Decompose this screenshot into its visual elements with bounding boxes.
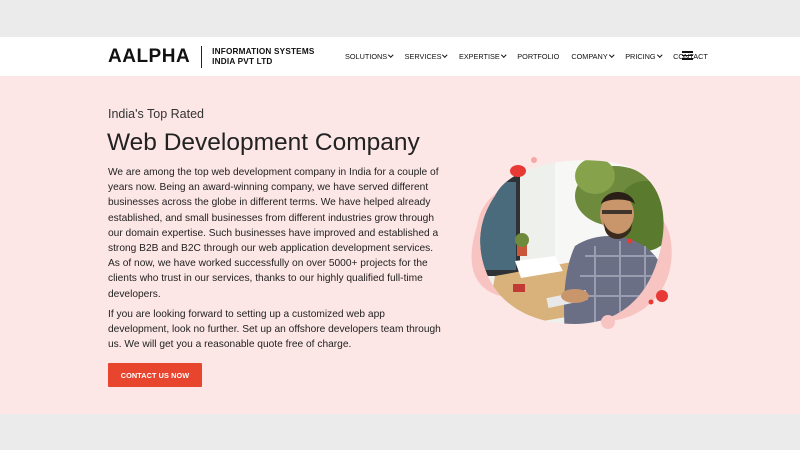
hero-eyebrow: India's Top Rated <box>108 107 204 121</box>
nav-portfolio-label: PORTFOLIO <box>517 51 560 61</box>
bottom-margin <box>0 414 800 450</box>
decorative-dot <box>531 157 537 163</box>
top-margin <box>0 0 800 37</box>
logo-wordmark: AALPHA <box>108 46 191 67</box>
logo-subtitle-line1: INFORMATION SYSTEMS <box>212 47 315 56</box>
main-nav: SOLUTIONS SERVICES EXPERTISE PORTFOLIO C… <box>345 50 720 62</box>
hero-paragraph-2: If you are looking forward to setting up… <box>108 309 441 351</box>
nav-services-label: SERVICES <box>404 51 442 61</box>
chevron-down-icon <box>656 52 662 58</box>
hamburger-line <box>682 54 693 57</box>
chevron-down-icon <box>501 52 507 58</box>
nav-solutions[interactable]: SOLUTIONS <box>345 51 394 61</box>
chevron-down-icon <box>608 52 614 58</box>
decorative-dot <box>627 238 633 244</box>
logo-subtitle: INFORMATION SYSTEMS INDIA PVT LTD <box>212 47 314 67</box>
nav-expertise[interactable]: EXPERTISE <box>458 51 507 61</box>
hero-section: India's Top Rated Web Development Compan… <box>0 76 800 414</box>
contact-us-button[interactable]: CONTACT US NOW <box>108 363 202 387</box>
decorative-dot <box>601 315 615 329</box>
nav-portfolio[interactable]: PORTFOLIO <box>517 52 559 61</box>
hamburger-line <box>682 51 693 53</box>
logo-subtitle-line2: INDIA PVT LTD <box>212 57 273 66</box>
nav-services[interactable]: SERVICES <box>404 51 448 61</box>
nav-pricing-label: PRICING <box>625 51 656 61</box>
chevron-down-icon <box>442 52 448 58</box>
decorative-dot <box>648 299 654 305</box>
nav-solutions-label: SOLUTIONS <box>345 51 388 61</box>
company-logo[interactable]: AALPHA INFORMATION SYSTEMS INDIA PVT LTD <box>108 45 315 69</box>
chevron-down-icon <box>388 52 394 58</box>
nav-company-label: COMPANY <box>571 51 608 61</box>
decorative-dot <box>510 165 526 177</box>
decorative-dot <box>656 290 668 302</box>
hero-illustration <box>471 157 672 329</box>
nav-pricing[interactable]: PRICING <box>625 51 662 61</box>
hamburger-icon[interactable] <box>682 51 693 60</box>
page-title: Web Development Company <box>107 129 420 156</box>
nav-company[interactable]: COMPANY <box>571 51 614 61</box>
logo-divider <box>201 46 203 68</box>
hamburger-line <box>682 58 693 60</box>
nav-expertise-label: EXPERTISE <box>458 51 500 61</box>
hero-paragraph-1: We are among the top web development com… <box>108 167 439 300</box>
site-header: AALPHA INFORMATION SYSTEMS INDIA PVT LTD… <box>0 37 800 76</box>
